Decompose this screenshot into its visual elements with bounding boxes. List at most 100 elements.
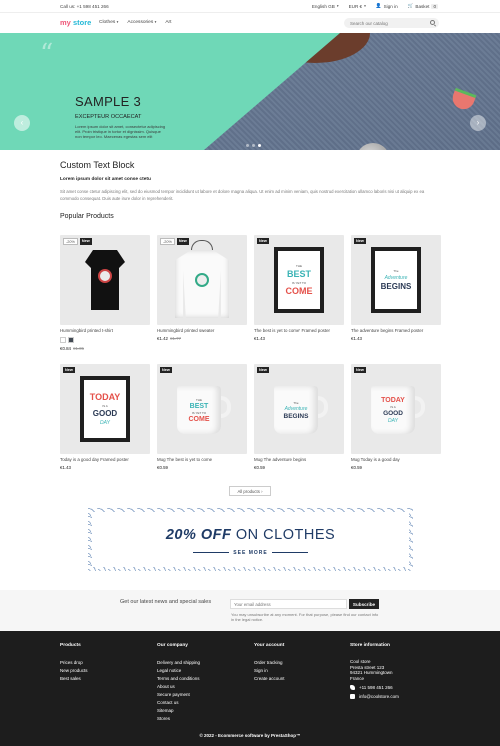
nav-item-clothes[interactable]: Clothes ▾ <box>99 20 118 25</box>
product-image[interactable]: TODAY IS A GOOD DAY New <box>60 364 150 454</box>
product-card[interactable]: TODAY IS A GOOD DAY New Today is a good … <box>60 364 150 470</box>
currency-selector[interactable]: EUR € ▾ <box>349 4 366 9</box>
slider-next-button[interactable]: › <box>470 115 486 131</box>
mug-text: DAY <box>388 417 398 424</box>
footer-link-prices-drop[interactable]: Prices drop <box>60 659 88 667</box>
slider-dot[interactable] <box>252 144 255 147</box>
product-name[interactable]: Mug The adventure begins <box>254 457 344 462</box>
product-card[interactable]: TODAY IS A GOOD DAY New Mug Today is a g… <box>351 364 441 470</box>
product-image[interactable]: -20% New <box>60 235 150 325</box>
main-nav: Clothes ▾ Accessories ▾ Art <box>99 20 171 25</box>
footer-link-about[interactable]: About us <box>157 683 200 691</box>
subscribe-button[interactable]: Subscribe <box>349 599 379 609</box>
color-swatches <box>60 337 150 343</box>
site-header: my store Clothes ▾ Accessories ▾ Art <box>0 13 500 33</box>
quote-icon: “ <box>40 39 54 69</box>
store-email-row[interactable]: info@coolstore.com <box>350 694 399 699</box>
footer-link-sign-in[interactable]: Sign in <box>254 667 285 675</box>
footer-link-order-tracking[interactable]: Order tracking <box>254 659 285 667</box>
product-card[interactable]: The Adventure BEGINS New The adventure b… <box>351 235 441 341</box>
footer-products-column: Products Prices drop New products Best s… <box>60 643 88 683</box>
search-box <box>344 18 439 28</box>
footer-link-legal-notice[interactable]: Legal notice <box>157 667 200 675</box>
product-name[interactable]: Hummingbird printed t-shirt <box>60 328 150 333</box>
poster-text: Adventure <box>384 275 408 281</box>
footer-link-sitemap[interactable]: Sitemap <box>157 707 200 715</box>
framed-poster-image: The Adventure BEGINS <box>371 247 421 313</box>
newsletter-note: You may unsubscribe at any moment. For t… <box>231 612 379 622</box>
footer-link-create-account[interactable]: Create account <box>254 675 285 683</box>
poster-text: IS A <box>102 403 108 408</box>
store-logo[interactable]: my store <box>60 18 91 27</box>
footer-link-new-products[interactable]: New products <box>60 667 88 675</box>
swatch-white[interactable] <box>60 337 66 343</box>
product-price: €1.43 <box>60 465 71 470</box>
search-input[interactable] <box>344 18 424 28</box>
product-name[interactable]: Mug The best is yet to come <box>157 457 247 462</box>
store-email[interactable]: info@coolstore.com <box>359 694 399 699</box>
banner-headline: 20% OFF ON CLOTHES <box>92 527 409 543</box>
custom-text-title: Custom Text Block <box>60 160 135 170</box>
banner-cta[interactable]: SEE MORE <box>92 550 409 556</box>
new-badge: New <box>79 238 92 245</box>
footer-link-secure-payment[interactable]: Secure payment <box>157 691 200 699</box>
nav-item-accessories[interactable]: Accessories ▾ <box>127 20 156 25</box>
product-image[interactable]: The Adventure BEGINS New <box>351 235 441 325</box>
user-icon: 👤 <box>375 3 382 8</box>
basket-icon: 🛒 <box>407 3 414 8</box>
product-image[interactable]: TODAY IS A GOOD DAY New <box>351 364 441 454</box>
product-card[interactable]: The Adventure BEGINS New Mug The adventu… <box>254 364 344 470</box>
product-name[interactable]: The best is yet to come' Framed poster <box>254 328 344 333</box>
search-icon[interactable] <box>430 20 435 25</box>
product-image[interactable]: THE BEST IS YET TO COME New <box>157 364 247 454</box>
all-products-button[interactable]: All products › <box>229 486 271 496</box>
slider-dot[interactable] <box>246 144 249 147</box>
product-name[interactable]: The adventure begins Framed poster <box>351 328 441 333</box>
banner-rest: ON CLOTHES <box>235 527 336 543</box>
chevron-down-icon: ▾ <box>116 20 119 24</box>
language-selector[interactable]: English GB ▾ <box>312 4 339 9</box>
new-badge: New <box>176 238 189 245</box>
product-card[interactable]: -20% New Hummingbird printed sweater €1.4… <box>157 235 247 341</box>
newsletter-label: Get our latest news and special sales <box>120 599 212 605</box>
hummingbird-print <box>98 269 112 283</box>
product-image[interactable]: The Adventure BEGINS New <box>254 364 344 454</box>
poster-text: IS YET TO <box>291 281 307 285</box>
poster-text: BEST <box>286 269 311 279</box>
product-price-row: €0.84 €1.05 <box>60 346 150 351</box>
newsletter-email-input[interactable] <box>230 599 347 609</box>
framed-poster-image: THE BEST IS YET TO COME <box>274 247 324 313</box>
poster-text: The <box>393 269 399 273</box>
nav-item-art[interactable]: Art <box>165 20 171 25</box>
slider-prev-button[interactable]: ‹ <box>14 115 30 131</box>
mug-text: THE <box>196 397 202 402</box>
product-card[interactable]: -20% New Hummingbird printed t-shirt €0.8… <box>60 235 150 351</box>
basket-link[interactable]: 🛒 Basket 0 <box>408 3 438 9</box>
language-label: English GB <box>311 3 335 9</box>
product-price: €0.84 <box>60 346 71 351</box>
footer-link-delivery[interactable]: Delivery and shipping <box>157 659 200 667</box>
nav-label: Accessories <box>127 20 154 25</box>
product-name[interactable]: Hummingbird printed sweater <box>157 328 247 333</box>
footer-link-terms[interactable]: Terms and conditions <box>157 675 200 683</box>
product-card[interactable]: THE BEST IS YET TO COME New The best is … <box>254 235 344 341</box>
footer-company-column: Our company Delivery and shipping Legal … <box>157 643 200 723</box>
mug-image: THE BEST IS YET TO COME <box>177 386 221 434</box>
product-name[interactable]: Mug Today is a good day <box>351 457 441 462</box>
product-name[interactable]: Today is a good day Framed poster <box>60 457 150 462</box>
footer-link-stores[interactable]: Stores <box>157 715 200 723</box>
product-image[interactable]: -20% New <box>157 235 247 325</box>
product-card[interactable]: THE BEST IS YET TO COME New Mug The best… <box>157 364 247 470</box>
mug-text: TODAY <box>381 396 405 404</box>
slider-dot-active[interactable] <box>258 144 261 147</box>
product-image[interactable]: THE BEST IS YET TO COME New <box>254 235 344 325</box>
new-badge: New <box>257 238 269 244</box>
copyright[interactable]: © 2022 - Ecommerce software by PrestaSho… <box>0 733 500 738</box>
sign-in-link[interactable]: 👤 Sign in <box>376 3 398 9</box>
footer-products-title: Products <box>60 643 81 648</box>
promo-banner[interactable]: 20% OFF ON CLOTHES SEE MORE <box>88 508 413 571</box>
footer-link-contact[interactable]: Contact us <box>157 699 200 707</box>
footer-link-best-sales[interactable]: Best sales <box>60 675 88 683</box>
swatch-black[interactable] <box>68 337 74 343</box>
chevron-down-icon: ▾ <box>364 4 366 8</box>
